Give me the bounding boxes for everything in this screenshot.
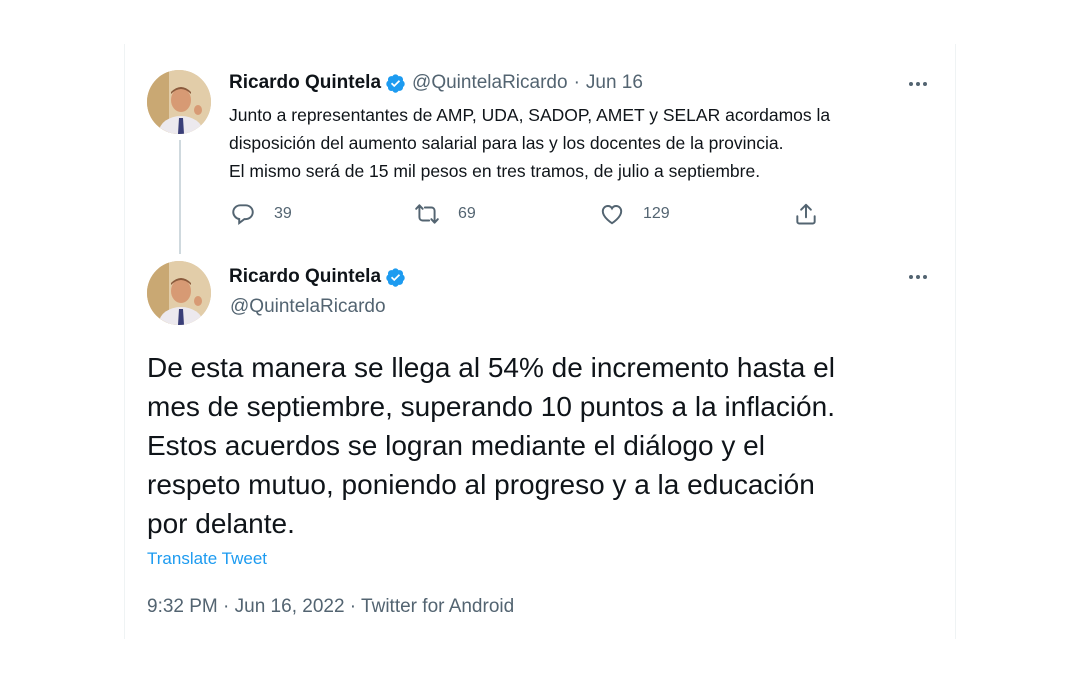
avatar[interactable]: [147, 70, 211, 134]
retweet-count: 69: [458, 205, 476, 222]
avatar-image: [147, 70, 211, 134]
more-dots-icon[interactable]: [903, 74, 933, 94]
author-handle[interactable]: @QuintelaRicardo: [412, 72, 568, 94]
like-count: 129: [643, 205, 670, 222]
reply-button[interactable]: 39: [230, 201, 292, 227]
verified-badge-icon: [386, 73, 405, 93]
like-button[interactable]: 129: [599, 201, 670, 227]
tweet-metadata[interactable]: 9:32 PM · Jun 16, 2022 · Twitter for And…: [147, 596, 514, 618]
avatar-image: [147, 261, 211, 325]
more-dots-icon[interactable]: [903, 267, 933, 287]
heart-icon: [601, 205, 623, 225]
reply-count: 39: [274, 205, 292, 222]
share-icon: [796, 203, 816, 225]
author-handle[interactable]: @QuintelaRicardo: [230, 296, 386, 318]
tweet-header: Ricardo Quintela @QuintelaRicardo · Jun …: [229, 72, 643, 94]
thread-line: [179, 140, 181, 254]
retweet-button[interactable]: 69: [414, 201, 476, 227]
separator-dot: ·: [573, 72, 580, 93]
tweet-text: Junto a representantes de AMP, UDA, SADO…: [229, 105, 831, 181]
verified-badge-icon: [386, 267, 405, 287]
author-name[interactable]: Ricardo Quintela: [229, 72, 381, 94]
author-name[interactable]: Ricardo Quintela: [229, 266, 381, 288]
translate-tweet-link[interactable]: Translate Tweet: [147, 549, 267, 569]
tweet-header: Ricardo Quintela: [229, 266, 406, 288]
tweet-text: De esta manera se llega al 54% de increm…: [147, 352, 835, 539]
reply-icon: [232, 204, 254, 225]
avatar[interactable]: [147, 261, 211, 325]
retweet-icon: [415, 204, 439, 224]
tweet-date[interactable]: Jun 16: [586, 72, 643, 94]
share-button[interactable]: [793, 201, 819, 227]
